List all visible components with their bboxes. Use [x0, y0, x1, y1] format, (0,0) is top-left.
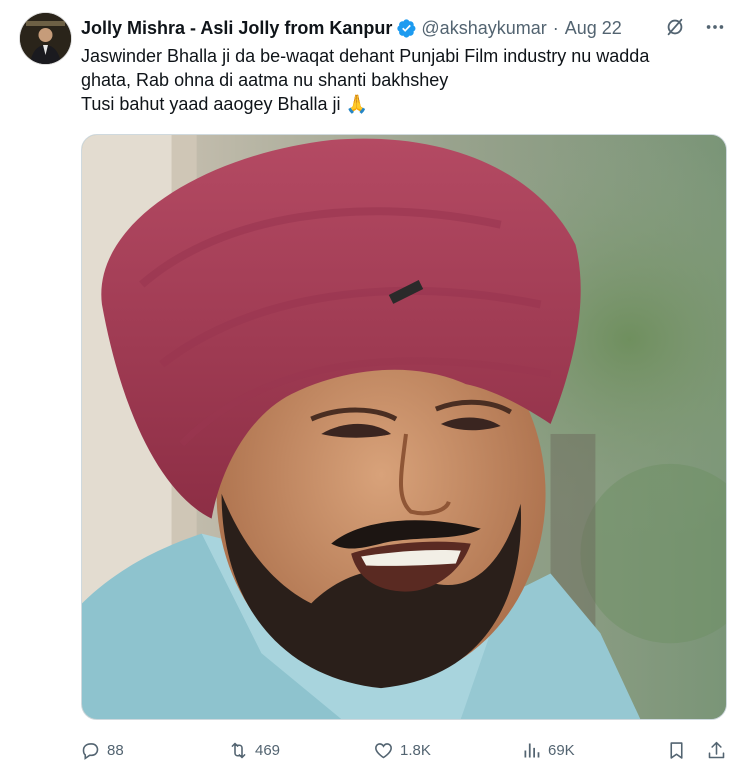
grok-icon[interactable] [662, 14, 688, 40]
tweet-text: Jaswinder Bhalla ji da be-waqat dehant P… [81, 44, 721, 116]
tweet-text-line: ghata, Rab ohna di aatma nu shanti bakhs… [81, 70, 449, 90]
like-button[interactable]: 1.8K [373, 736, 431, 764]
repost-button[interactable]: 469 [228, 736, 280, 764]
more-icon[interactable] [702, 14, 728, 40]
repost-icon [231, 742, 246, 758]
author-name[interactable]: Jolly Mishra - Asli Jolly from Kanpur [81, 18, 392, 39]
author-handle[interactable]: @akshaykumar [421, 18, 546, 39]
tweet-actions: 88 469 1.8K 69K [78, 736, 733, 764]
reply-icon [82, 742, 99, 760]
bookmark-icon [670, 741, 683, 759]
share-icon [708, 741, 725, 758]
author-avatar[interactable] [20, 13, 71, 64]
reply-button[interactable]: 88 [80, 736, 124, 764]
share-button[interactable] [706, 736, 727, 764]
like-icon [375, 742, 392, 758]
reply-count: 88 [107, 741, 124, 759]
views-icon [524, 743, 540, 757]
repost-count: 469 [255, 741, 281, 759]
tweet-text-line: Jaswinder Bhalla ji da be-waqat dehant P… [81, 46, 650, 66]
bookmark-button[interactable] [666, 736, 687, 764]
views-count: 69K [548, 741, 575, 759]
tweet-date[interactable]: Aug 22 [565, 18, 622, 39]
verified-badge-icon[interactable] [396, 18, 417, 39]
separator-dot: · [552, 17, 559, 38]
tweet-photo[interactable] [81, 134, 727, 720]
views-button[interactable]: 69K [521, 736, 575, 764]
tweet-text-line: Tusi bahut yaad aaogey Bhalla ji 🙏 [81, 94, 368, 114]
like-count: 1.8K [400, 741, 431, 759]
tweet-header: Jolly Mishra - Asli Jolly from Kanpur @a… [81, 16, 728, 40]
